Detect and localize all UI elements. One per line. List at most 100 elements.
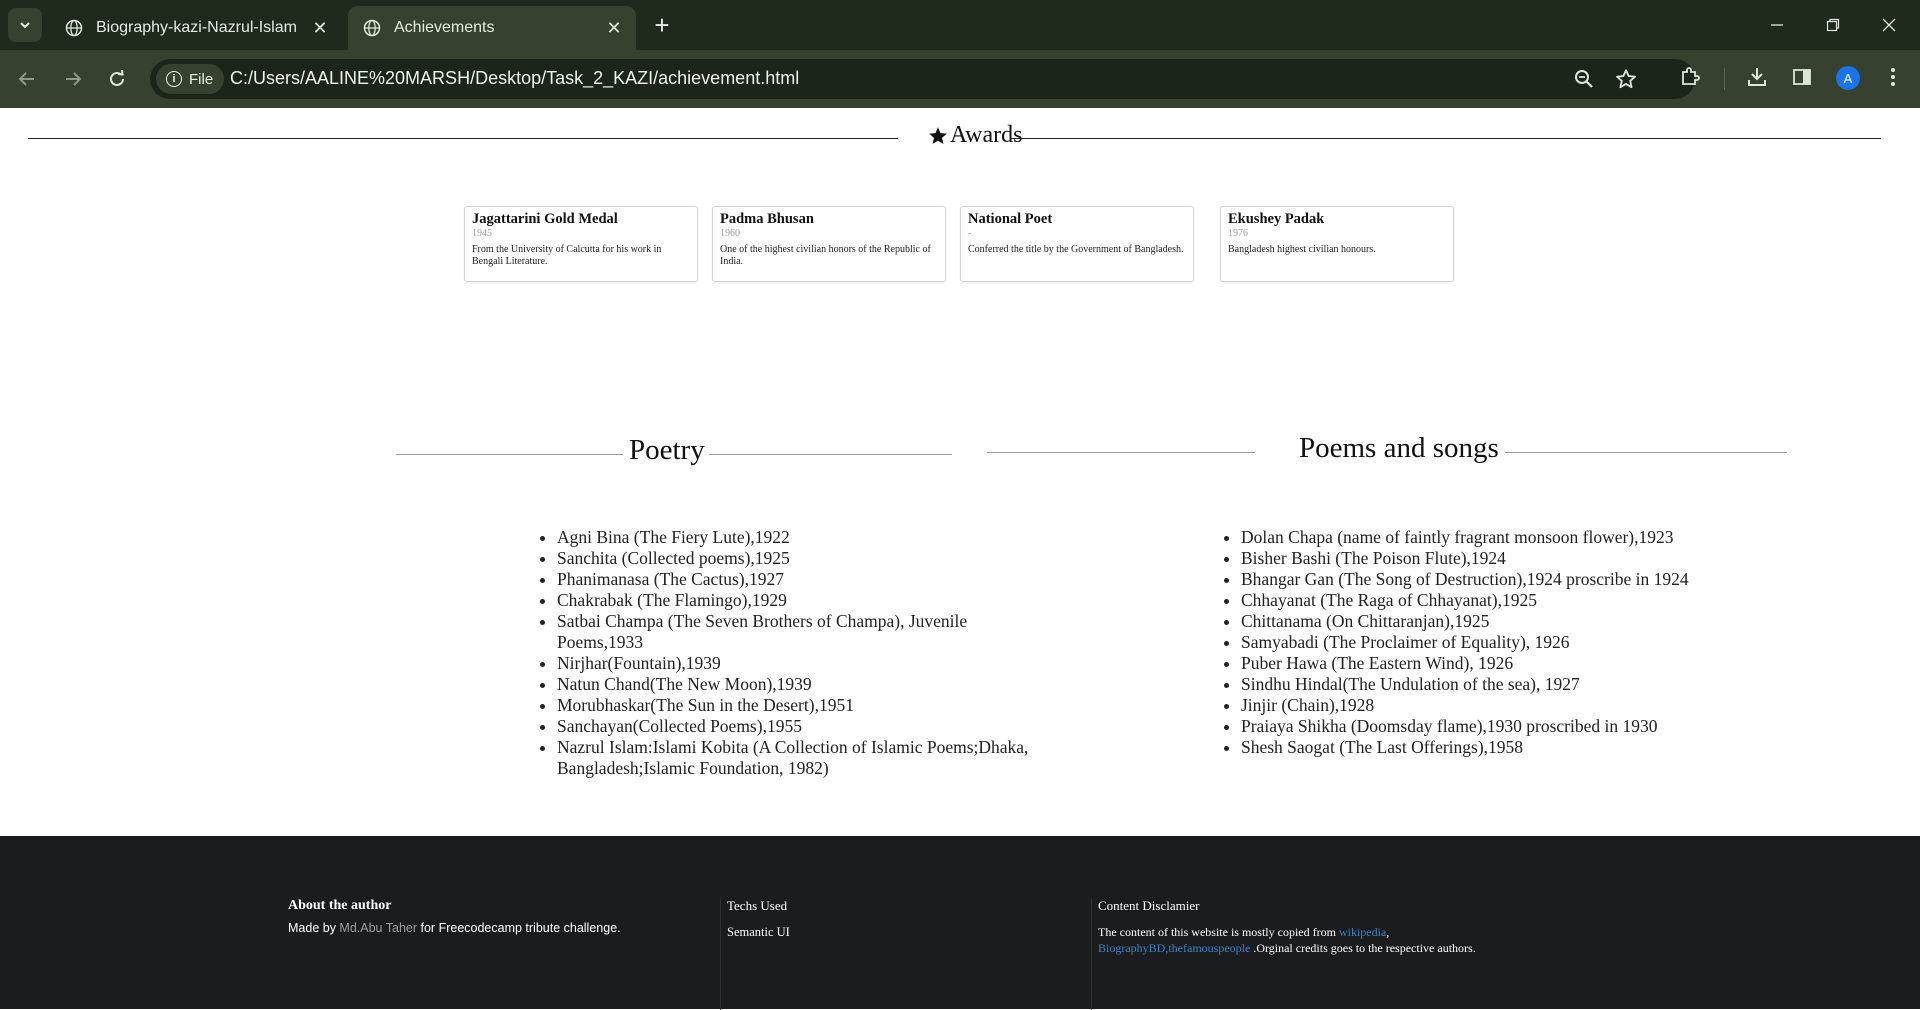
disclaimer-text: The content of this website is mostly co… [1098, 924, 1518, 956]
footer-divider [720, 898, 721, 1010]
list-item: Dolan Chapa (name of faintly fragrant mo… [1241, 527, 1761, 548]
footer-techs: Techs Used Semantic UI [727, 898, 1087, 940]
about-suffix: for Freecodecamp tribute challenge. [417, 921, 621, 935]
restore-icon [1826, 18, 1840, 32]
list-item: Jinjir (Chain),1928 [1241, 695, 1761, 716]
award-year: - [968, 228, 972, 239]
info-icon: i [166, 71, 182, 87]
footer-divider [1091, 898, 1092, 1010]
award-title: Jagattarini Gold Medal [472, 211, 618, 227]
poems-songs-header: Poems and songs [987, 432, 1787, 472]
close-icon[interactable]: ✕ [306, 14, 334, 42]
award-description: Bangladesh highest civilian honours. [1228, 244, 1376, 255]
list-item: Phanimanasa (The Cactus),1927 [557, 569, 1047, 590]
poetry-heading: Poetry [629, 434, 705, 466]
minimize-button[interactable] [1754, 10, 1800, 40]
list-item: Chakrabak (The Flamingo),1929 [557, 590, 1047, 611]
forward-button[interactable] [58, 64, 88, 94]
footer-about: About the author Made by Md.Abu Taher fo… [288, 898, 708, 936]
list-item: Puber Hawa (The Eastern Wind), 1926 [1241, 653, 1761, 674]
about-text: Made by Md.Abu Taher for Freecodecamp tr… [288, 920, 708, 936]
browser-toolbar: i File C:/Users/AALINE%20MARSH/Desktop/T… [0, 50, 1920, 108]
divider-line [709, 454, 952, 455]
list-item: Agni Bina (The Fiery Lute),1922 [557, 527, 1047, 548]
award-description: One of the highest civilian honors of th… [720, 244, 931, 267]
divider-line [987, 452, 1255, 453]
list-item: Bhangar Gan (The Song of Destruction),19… [1241, 569, 1761, 590]
list-item: Chittanama (On Chittaranjan),1925 [1241, 611, 1761, 632]
restore-button[interactable] [1810, 10, 1856, 40]
award-card: Jagattarini Gold Medal 1945 From the Uni… [464, 206, 698, 282]
close-icon[interactable]: ✕ [600, 14, 628, 42]
about-prefix: Made by [288, 921, 340, 935]
award-year: 1945 [472, 228, 492, 239]
arrow-right-icon [66, 72, 82, 86]
disclaimer-suffix: .Orginal credits goes to the respective … [1250, 941, 1476, 955]
site-info-chip[interactable]: i File [156, 64, 224, 94]
techs-heading: Techs Used [727, 898, 788, 913]
award-card: National Poet - Conferred the title by t… [960, 206, 1194, 282]
award-card: Padma Bhusan 1960 One of the highest civ… [712, 206, 946, 282]
tab-search-button[interactable] [8, 8, 42, 42]
list-item: Natun Chand(The New Moon),1939 [557, 674, 1047, 695]
star-icon [929, 126, 947, 144]
zoom-icon[interactable] [1572, 67, 1596, 91]
poems-songs-list: Dolan Chapa (name of faintly fragrant mo… [1221, 527, 1761, 758]
list-item: Satbai Champa (The Seven Brothers of Cha… [557, 611, 1047, 653]
arrow-left-icon [18, 72, 34, 86]
star-icon[interactable] [1614, 67, 1638, 91]
tab-achievements[interactable]: Achievements ✕ [348, 6, 636, 50]
techs-value: Semantic UI [727, 925, 790, 939]
award-title: Padma Bhusan [720, 211, 814, 227]
biographybd-link[interactable]: BiographyBD,thefamouspeople [1098, 941, 1250, 955]
avatar[interactable]: A [1836, 66, 1860, 90]
list-item: Nirjhar(Fountain),1939 [557, 653, 1047, 674]
back-button[interactable] [12, 64, 42, 94]
address-bar[interactable]: i File C:/Users/AALINE%20MARSH/Desktop/T… [150, 59, 1695, 99]
award-year: 1960 [720, 228, 740, 239]
disclaimer-prefix: The content of this website is mostly co… [1098, 925, 1339, 939]
url-text[interactable]: C:/Users/AALINE%20MARSH/Desktop/Task_2_K… [230, 68, 799, 89]
more-menu-icon[interactable] [1880, 64, 1906, 90]
divider-line [28, 138, 898, 139]
list-item: Bisher Bashi (The Poison Flute),1924 [1241, 548, 1761, 569]
awards-header: Awards [28, 118, 1881, 158]
globe-icon [64, 18, 84, 38]
poems-songs-heading: Poems and songs [1299, 432, 1499, 464]
wikipedia-link[interactable]: wikipedia [1339, 925, 1386, 939]
list-item: Sanchayan(Collected Poems),1955 [557, 716, 1047, 737]
tab-strip: Biography-kazi-Nazrul-Islam ✕ Achievemen… [0, 0, 1920, 50]
side-panel-icon[interactable] [1789, 64, 1815, 90]
author-link[interactable]: Md.Abu Taher [339, 921, 417, 935]
award-year: 1976 [1228, 228, 1248, 239]
extensions-icon[interactable] [1677, 64, 1703, 90]
disclaimer-heading: Content Disclamier [1098, 898, 1200, 913]
reload-button[interactable] [102, 64, 132, 94]
divider-line [1505, 452, 1787, 453]
tab-biography[interactable]: Biography-kazi-Nazrul-Islam ✕ [50, 6, 342, 50]
reload-icon [110, 70, 124, 86]
poetry-header: Poetry [396, 434, 952, 474]
close-window-button[interactable] [1866, 10, 1912, 40]
download-icon[interactable] [1744, 64, 1770, 90]
divider-line [396, 454, 623, 455]
award-title: Ekushey Padak [1228, 211, 1325, 227]
new-tab-button[interactable]: + [648, 12, 676, 40]
disclaimer-separator: , [1386, 925, 1390, 939]
list-item: Morubhaskar(The Sun in the Desert),1951 [557, 695, 1047, 716]
chevron-down-icon [20, 22, 30, 29]
awards-heading: Awards [928, 122, 1022, 149]
list-item: Shesh Saogat (The Last Offerings),1958 [1241, 737, 1761, 758]
tab-title: Biography-kazi-Nazrul-Islam [96, 19, 297, 36]
list-item: Samyabadi (The Proclaimer of Equality), … [1241, 632, 1761, 653]
award-card: Ekushey Padak 1976 Bangladesh highest ci… [1220, 206, 1454, 282]
list-item: Chhayanat (The Raga of Chhayanat),1925 [1241, 590, 1761, 611]
chip-label: File [189, 70, 214, 88]
toolbar-divider [1724, 68, 1725, 90]
minimize-icon [1771, 24, 1783, 26]
globe-icon [362, 18, 382, 38]
list-item: Sindhu Hindal(The Undulation of the sea)… [1241, 674, 1761, 695]
award-description: Conferred the title by the Government of… [968, 244, 1184, 255]
list-item: Sanchita (Collected poems),1925 [557, 548, 1047, 569]
awards-heading-text: Awards [950, 122, 1023, 148]
